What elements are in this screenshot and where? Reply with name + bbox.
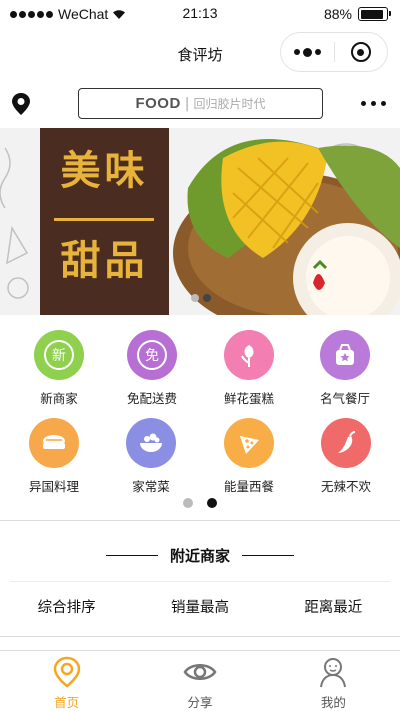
category-home-cooking[interactable]: 家常菜 [111,418,191,495]
eye-icon [183,664,217,680]
category-western-food[interactable]: 能量西餐 [209,418,289,495]
category-pager [0,498,400,508]
more-options-button[interactable] [281,47,334,57]
flower-cake-icon [224,330,274,380]
famous-restaurant-icon [320,330,370,380]
nearby-title: 附近商家 [169,547,230,565]
banner-signboard: 美味 甜品 [40,128,169,315]
tab-label: 我的 [320,695,346,710]
category-spicy-food[interactable]: 无辣不欢 [306,418,386,495]
tab-bar: 首页 分享 我的 [0,650,400,711]
category-label: 免配送费 [126,391,177,406]
battery-percent: 88% [323,6,352,22]
western-food-icon [224,418,274,468]
sort-bar: 综合排序 销量最高 距离最近 [0,596,400,617]
category-free-delivery[interactable]: 免 免配送费 [112,330,192,407]
category-label: 无辣不欢 [320,479,371,494]
new-shop-icon: 新 [34,330,84,380]
svg-text:免: 免 [145,348,159,364]
battery-status: 88% [323,6,391,22]
tab-label: 首页 [54,695,80,710]
category-label: 家常菜 [132,479,170,494]
tab-share[interactable]: 分享 [133,651,266,711]
more-menu-button[interactable] [361,101,386,106]
banner-divider [54,218,154,221]
search-box[interactable]: FOOD | 回归胶片时代 [78,88,323,119]
close-miniprogram-button[interactable] [335,42,388,62]
category-flower-cake[interactable]: 鲜花蛋糕 [209,330,289,407]
tab-profile[interactable]: 我的 [267,651,400,711]
category-label: 异国料理 [28,479,79,494]
search-brand: FOOD [135,95,181,112]
sort-sales[interactable]: 销量最高 [133,596,266,617]
foreign-cuisine-icon [29,418,79,468]
header-line-right [242,554,294,557]
nearby-header: 附近商家 [0,545,400,566]
svg-text:新: 新 [52,348,66,364]
sort-distance[interactable]: 距离最近 [267,596,400,617]
tab-home[interactable]: 首页 [0,651,133,711]
home-cooking-icon [126,418,176,468]
search-row: FOOD | 回归胶片时代 [0,88,400,120]
pager-dot[interactable] [207,498,217,508]
category-label: 鲜花蛋糕 [223,391,274,406]
search-slogan: 回归胶片时代 [193,97,266,111]
status-bar: WeChat 21:13 88% [0,0,400,30]
promo-banner[interactable]: 美味 甜品 [0,128,400,315]
header-divider [10,581,390,582]
section-divider [0,520,400,521]
free-delivery-icon: 免 [127,330,177,380]
category-label: 新商家 [40,391,78,406]
location-pin-icon[interactable] [11,92,31,116]
target-icon [350,42,371,62]
category-new-shop[interactable]: 新 新商家 [19,330,99,407]
spicy-food-icon [321,418,371,468]
home-location-icon [53,656,80,688]
user-icon [320,658,347,688]
miniprogram-capsule [280,32,388,72]
category-label: 名气餐厅 [319,391,370,406]
banner-title-line1: 美味 [60,148,149,194]
banner-indicator-dot [191,294,199,302]
battery-icon [358,7,391,21]
list-divider [0,636,400,637]
category-famous-restaurant[interactable]: 名气餐厅 [305,330,385,407]
navigation-bar: 食评坊 [0,30,400,76]
sort-comprehensive[interactable]: 综合排序 [0,596,133,617]
search-separator: | [184,95,190,112]
tab-label: 分享 [187,695,213,710]
category-foreign-cuisine[interactable]: 异国料理 [14,418,94,495]
banner-title-line2: 甜品 [60,238,149,284]
header-line-left [105,554,158,557]
pager-dot[interactable] [183,498,193,508]
mango-dessert-image [173,139,400,315]
category-label: 能量西餐 [223,479,274,494]
banner-indicator-dot [203,294,211,302]
